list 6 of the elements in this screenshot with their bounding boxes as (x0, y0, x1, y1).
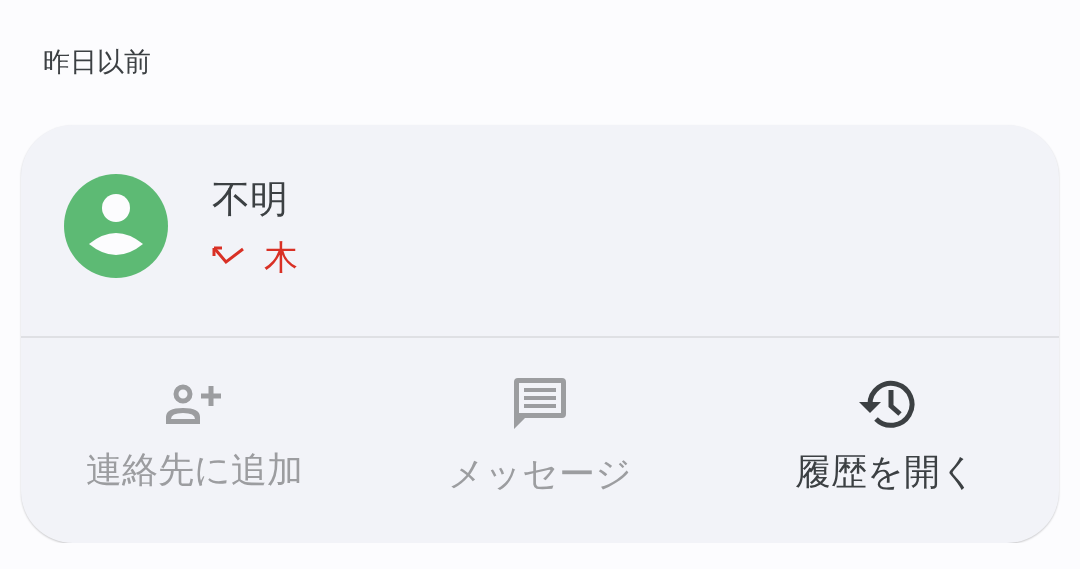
section-header: 昨日以前 (42, 45, 152, 79)
caller-name: 不明 (212, 175, 289, 223)
call-day: 木 (264, 236, 298, 277)
message-icon (512, 375, 568, 432)
action-button[interactable]: 履歴を開く (713, 338, 1059, 543)
avatar-icon (64, 173, 168, 278)
